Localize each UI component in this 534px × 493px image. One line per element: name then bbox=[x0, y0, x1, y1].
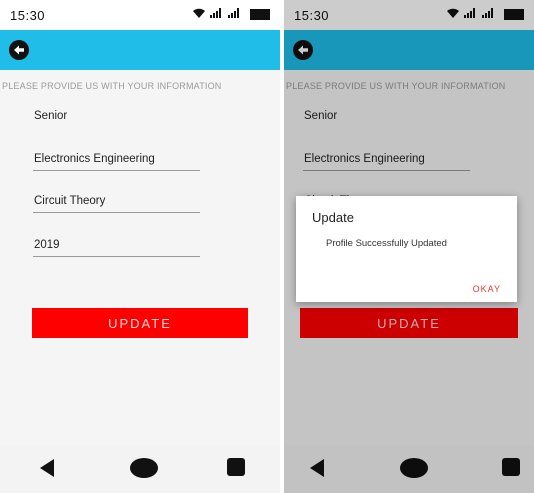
nav-back-icon[interactable] bbox=[40, 459, 54, 477]
nav-home-icon[interactable] bbox=[130, 458, 158, 478]
signal-icon bbox=[228, 6, 242, 21]
dialog-message: Profile Successfully Updated bbox=[326, 238, 447, 249]
form-instruction: PLEASE PROVIDE US WITH YOUR INFORMATION bbox=[2, 81, 222, 91]
phone-screen-dialog: 15:30 PLEASE PROVIDE US WITH YOUR INFORM… bbox=[284, 0, 534, 493]
app-bar bbox=[0, 30, 280, 70]
update-dialog: Update Profile Successfully Updated OKAY bbox=[296, 196, 517, 302]
year-field[interactable]: 2019 bbox=[33, 239, 200, 257]
field-underline bbox=[33, 212, 200, 213]
nav-recent-icon[interactable] bbox=[227, 458, 245, 476]
back-button[interactable] bbox=[9, 40, 29, 60]
year-value: 2019 bbox=[34, 239, 60, 251]
phone-screen-form: 15:30 PLEASE PROVIDE US WITH YOUR INFORM… bbox=[0, 0, 280, 493]
battery-icon bbox=[250, 9, 270, 21]
course-value: Electronics Engineering bbox=[34, 153, 155, 165]
course-field[interactable]: Electronics Engineering bbox=[33, 153, 200, 171]
status-icons bbox=[193, 6, 270, 21]
year-level-field[interactable]: Senior bbox=[34, 110, 200, 122]
year-level-value: Senior bbox=[34, 110, 68, 122]
subject-value: Circuit Theory bbox=[34, 195, 106, 207]
field-underline bbox=[33, 170, 200, 171]
status-bar: 15:30 bbox=[0, 0, 280, 30]
navigation-bar bbox=[0, 445, 280, 493]
subject-field[interactable]: Circuit Theory bbox=[33, 195, 200, 213]
okay-button[interactable]: OKAY bbox=[473, 284, 501, 294]
signal-icon bbox=[209, 6, 224, 21]
back-arrow-icon bbox=[14, 45, 24, 55]
field-underline bbox=[33, 256, 200, 257]
wifi-icon bbox=[193, 6, 206, 21]
update-button[interactable]: UPDATE bbox=[32, 308, 248, 338]
dialog-title: Update bbox=[312, 210, 354, 225]
status-time: 15:30 bbox=[10, 8, 46, 23]
